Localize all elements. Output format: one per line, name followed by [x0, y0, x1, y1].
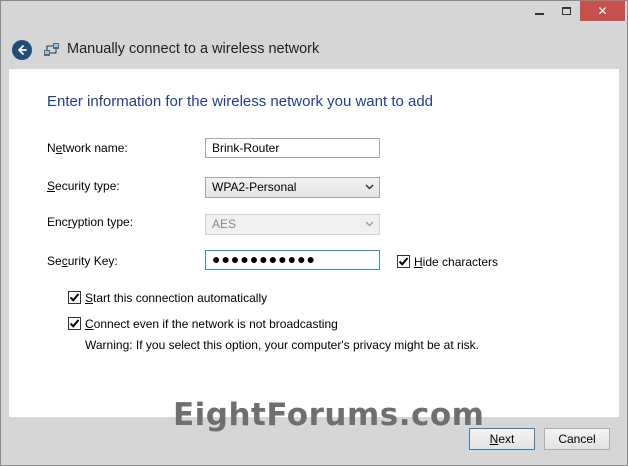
content-panel: Enter information for the wireless netwo…	[9, 69, 619, 417]
security-type-value: WPA2-Personal	[212, 180, 297, 194]
security-key-input[interactable]: ●●●●●●●●●●●	[205, 250, 380, 270]
watermark-logo: EightForums.com	[173, 397, 485, 433]
title-bar: ✕	[1, 1, 627, 27]
start-automatically-label[interactable]: Start this connection automatically	[85, 291, 267, 305]
start-automatically-checkbox[interactable]	[68, 291, 81, 304]
security-type-select[interactable]: WPA2-Personal	[205, 177, 380, 198]
check-icon	[398, 257, 409, 266]
security-key-label: Security Key:	[47, 254, 118, 268]
maximize-button[interactable]	[553, 1, 580, 21]
maximize-icon	[562, 7, 571, 15]
network-adapter-icon	[44, 43, 59, 56]
back-arrow-icon	[18, 45, 27, 55]
dialog-window: ✕ Manually connect to a wireless network…	[0, 0, 628, 466]
check-icon	[69, 319, 80, 328]
hide-characters-checkbox[interactable]	[397, 255, 410, 268]
chevron-down-icon	[365, 184, 374, 190]
encryption-type-select[interactable]: AES	[205, 214, 380, 235]
connect-broadcast-checkbox[interactable]	[68, 317, 81, 330]
minimize-icon	[535, 13, 544, 15]
close-icon: ✕	[597, 4, 608, 18]
back-button[interactable]	[12, 40, 32, 60]
next-button[interactable]: Next	[469, 428, 535, 450]
cancel-button[interactable]: Cancel	[544, 428, 610, 450]
close-button[interactable]: ✕	[580, 1, 625, 21]
hide-characters-label[interactable]: Hide characters	[414, 255, 498, 269]
privacy-warning: Warning: If you select this option, your…	[85, 338, 480, 352]
window-title: Manually connect to a wireless network	[67, 41, 320, 57]
minimize-button[interactable]	[526, 1, 553, 21]
network-name-input[interactable]	[205, 138, 380, 158]
encryption-type-value: AES	[212, 217, 237, 231]
dialog-header: Manually connect to a wireless network	[1, 27, 627, 69]
check-icon	[69, 293, 80, 302]
security-type-label: Security type:	[47, 179, 120, 193]
chevron-down-icon	[365, 221, 374, 227]
page-heading: Enter information for the wireless netwo…	[47, 93, 434, 110]
connect-broadcast-label[interactable]: Connect even if the network is not broad…	[85, 317, 338, 331]
network-name-label: Network name:	[47, 141, 128, 155]
encryption-type-label: Encryption type:	[47, 215, 134, 229]
